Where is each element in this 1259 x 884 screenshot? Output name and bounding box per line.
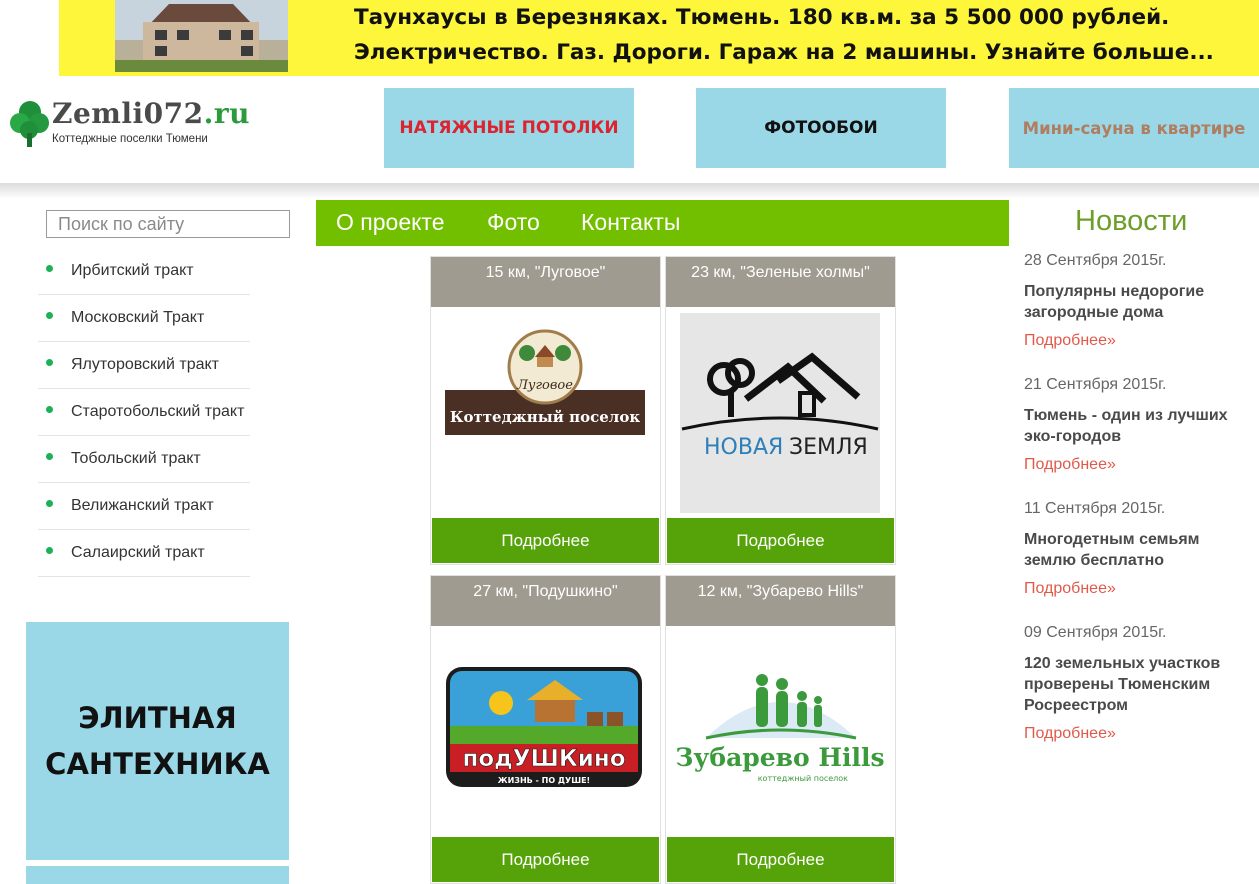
logo-title: Zemli072.ru [52,97,250,130]
news-more-link[interactable]: Подробнее» [1024,725,1254,743]
logo-tld: .ru [203,97,250,130]
nav-contacts[interactable]: Контакты [581,209,680,236]
highway-label[interactable]: Ирбитский тракт [71,262,194,280]
lugovoe-logo[interactable]: Луговое Коттеджный поселок [431,307,660,518]
townhouse-image [115,0,288,72]
news-more-link[interactable]: Подробнее» [1024,580,1254,598]
news-date: 21 Сентября 2015г. [1024,376,1167,393]
nav-photo[interactable]: Фото [487,209,540,236]
news-title[interactable]: Многодетным семьям землю бесплатно [1024,529,1254,571]
highway-label[interactable]: Тобольский тракт [71,450,201,468]
page: Таунхаусы в Березняках. Тюмень. 180 кв.м… [0,0,1259,884]
side-ad-line2: САНТЕХНИКА [45,747,270,781]
details-button[interactable]: Подробнее [432,518,659,563]
highway-item-velizhansky[interactable]: Велижанский тракт [38,483,250,530]
header-divider [0,183,1259,199]
highway-item-yalutorovsky[interactable]: Ялуторовский тракт [38,342,250,389]
highway-label[interactable]: Ялуторовский тракт [71,356,219,374]
news-title[interactable]: Тюмень - один из лучших эко-городов [1024,405,1254,447]
card-title: 12 км, "Зубарево Hills" [666,576,895,626]
bullet-icon [46,453,53,460]
photo-wallpaper-ad[interactable]: ФОТООБОИ [696,88,946,168]
bullet-icon [46,265,53,272]
highway-label[interactable]: Старотобольский тракт [71,403,244,421]
bullet-icon [46,406,53,413]
highway-label[interactable]: Московский Тракт [71,309,204,327]
village-card-lugovoe: 15 км, "Луговое" Луговое Коттеджный посе… [430,256,661,565]
news-more-link[interactable]: Подробнее» [1024,332,1254,350]
bullet-icon [46,312,53,319]
podushkino-slogan: ЖИЗНЬ - ПО ДУШЕ! [498,776,590,785]
novaya-text: НОВАЯ [704,435,783,460]
logo-name: Zemli072 [52,97,204,130]
mini-sauna-ad[interactable]: Мини-сауна в квартире [1009,88,1259,168]
highway-item-irbitsky[interactable]: Ирбитский тракт [38,248,250,295]
news-date: 09 Сентября 2015г. [1024,624,1167,641]
highway-item-moskovsky[interactable]: Московский Тракт [38,295,250,342]
village-card-podushkino: 27 км, "Подушкино" подУШКино ЖИЗНЬ - ПО … [430,575,661,884]
stretch-ceilings-ad[interactable]: НАТЯЖНЫЕ ПОТОЛКИ [384,88,634,168]
news-item: 09 Сентября 2015г. 120 земельных участко… [1024,624,1254,743]
details-button[interactable]: Подробнее [667,518,894,563]
details-button[interactable]: Подробнее [667,837,894,882]
zemlya-text: ЗЕМЛЯ [789,435,868,460]
news-item: 21 Сентября 2015г. Тюмень - один из лучш… [1024,376,1254,474]
highway-menu: Ирбитский тракт Московский Тракт Ялуторо… [38,248,250,577]
highway-label[interactable]: Салаирский тракт [71,544,205,562]
banner-headline[interactable]: Таунхаусы в Березняках. Тюмень. 180 кв.м… [354,5,1169,30]
bullet-icon [46,500,53,507]
logo-subtitle: Коттеджные поселки Тюмени [52,133,208,145]
news-more-link[interactable]: Подробнее» [1024,456,1254,474]
village-card-zubarevo: 12 км, "Зубарево Hills" Зубарево Hills к… [665,575,896,884]
side-ad-line1: ЭЛИТНАЯ [78,701,237,735]
novaya-zemlya-logo[interactable]: НОВАЯ ЗЕМЛЯ [666,307,895,518]
zubarevo-name: Зубарево Hills [675,743,884,772]
podushkino-logo[interactable]: подУШКино ЖИЗНЬ - ПО ДУШЕ! [431,626,660,837]
site-logo[interactable]: Zemli072.ru Коттеджные поселки Тюмени [10,97,250,154]
lugovoe-name: Луговое [516,378,573,393]
card-title: 27 км, "Подушкино" [431,576,660,626]
news-item: 11 Сентября 2015г. Многодетным семьям зе… [1024,500,1254,598]
banner-subline[interactable]: Электричество. Газ. Дороги. Гараж на 2 м… [354,40,1214,65]
highway-item-starotobolsky[interactable]: Старотобольский тракт [38,389,250,436]
highway-label[interactable]: Велижанский тракт [71,497,214,515]
bullet-icon [46,359,53,366]
card-title: 15 км, "Луговое" [431,257,660,307]
zubarevo-subtitle: коттеджный поселок [758,774,848,783]
main-nav: О проекте Фото Контакты [316,200,1009,246]
news-item: 28 Сентября 2015г. Популярны недорогие з… [1024,252,1254,350]
zubarevo-logo[interactable]: Зубарево Hills коттеджный поселок [666,626,895,837]
second-side-ad[interactable] [26,866,289,884]
search-input[interactable] [46,210,290,238]
top-ad-banner[interactable]: Таунхаусы в Березняках. Тюмень. 180 кв.м… [59,0,1259,76]
news-title[interactable]: 120 земельных участков проверены Тюменск… [1024,653,1254,716]
tree-icon [10,101,49,147]
details-button[interactable]: Подробнее [432,837,659,882]
nav-about[interactable]: О проекте [336,209,445,236]
news-date: 11 Сентября 2015г. [1024,500,1166,517]
news-heading: Новости [1075,205,1188,237]
card-title: 23 км, "Зеленые холмы" [666,257,895,307]
elite-plumbing-ad[interactable]: ЭЛИТНАЯ САНТЕХНИКА [26,622,289,860]
bullet-icon [46,547,53,554]
lugovoe-band-text: Коттеджный поселок [450,408,641,426]
news-date: 28 Сентября 2015г. [1024,252,1167,269]
news-title[interactable]: Популярны недорогие загородные дома [1024,281,1254,323]
highway-item-salairsky[interactable]: Салаирский тракт [38,530,250,577]
village-card-zelenye-holmy: 23 км, "Зеленые холмы" НОВАЯ ЗЕМЛЯ Подро… [665,256,896,565]
podushkino-name: подУШКино [462,746,625,772]
highway-item-tobolsky[interactable]: Тобольский тракт [38,436,250,483]
